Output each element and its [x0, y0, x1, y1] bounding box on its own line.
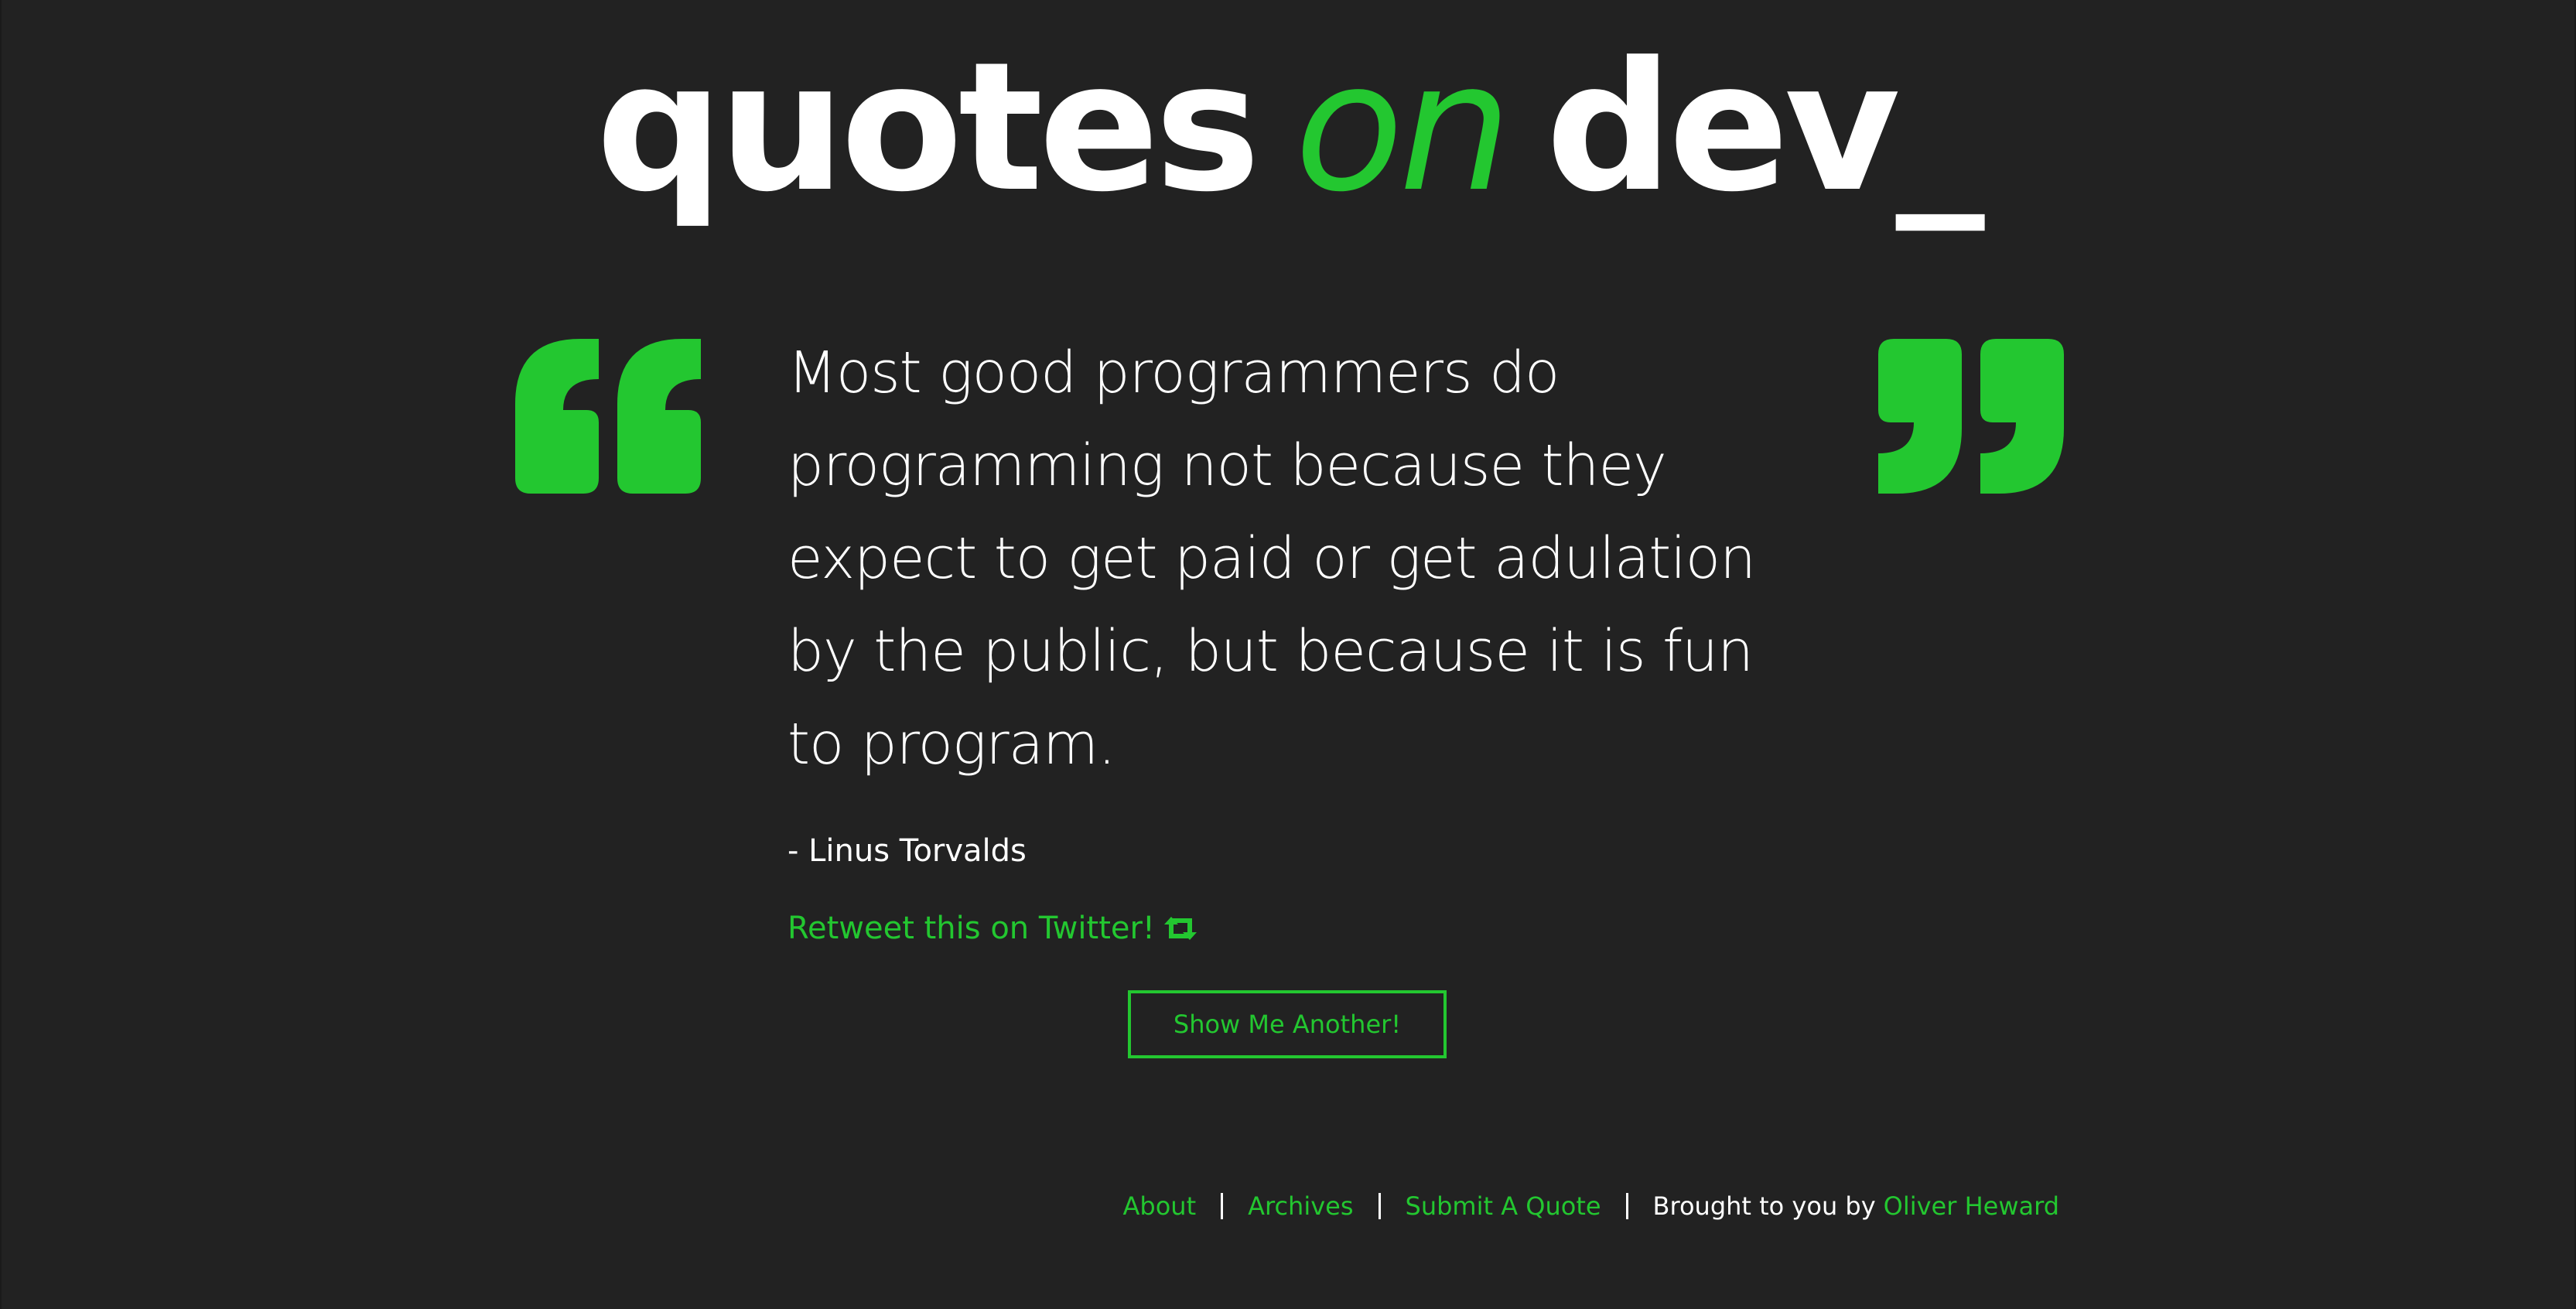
- site-logo[interactable]: quotes on dev_: [0, 28, 2576, 229]
- footer-nav: About Archives Submit A Quote Brought to…: [1123, 1187, 2060, 1225]
- footer-credit-prefix: Brought to you by: [1652, 1191, 1876, 1221]
- logo-word-on: on: [1294, 25, 1512, 231]
- close-quote-icon: [1878, 339, 2064, 494]
- footer-separator: [1378, 1193, 1381, 1219]
- retweet-link[interactable]: Retweet this on Twitter!: [787, 907, 1198, 950]
- footer-link-archives[interactable]: Archives: [1248, 1187, 1353, 1225]
- retweet-icon: [1163, 917, 1197, 940]
- logo-word-quotes: quotes: [596, 25, 1260, 231]
- open-quote-icon: [515, 339, 701, 494]
- footer-link-about[interactable]: About: [1123, 1187, 1197, 1225]
- quote-text: Most good programmers do programming not…: [787, 340, 1756, 778]
- footer-link-author[interactable]: Oliver Heward: [1884, 1187, 2059, 1225]
- footer-link-submit-quote[interactable]: Submit A Quote: [1406, 1187, 1601, 1225]
- footer-separator: [1625, 1193, 1628, 1219]
- retweet-label: Retweet this on Twitter!: [787, 911, 1155, 946]
- show-another-button[interactable]: Show Me Another!: [1128, 990, 1447, 1058]
- logo-word-dev: dev_: [1546, 25, 1985, 231]
- quote-author: - Linus Torvalds: [787, 833, 1027, 869]
- footer-separator: [1221, 1193, 1224, 1219]
